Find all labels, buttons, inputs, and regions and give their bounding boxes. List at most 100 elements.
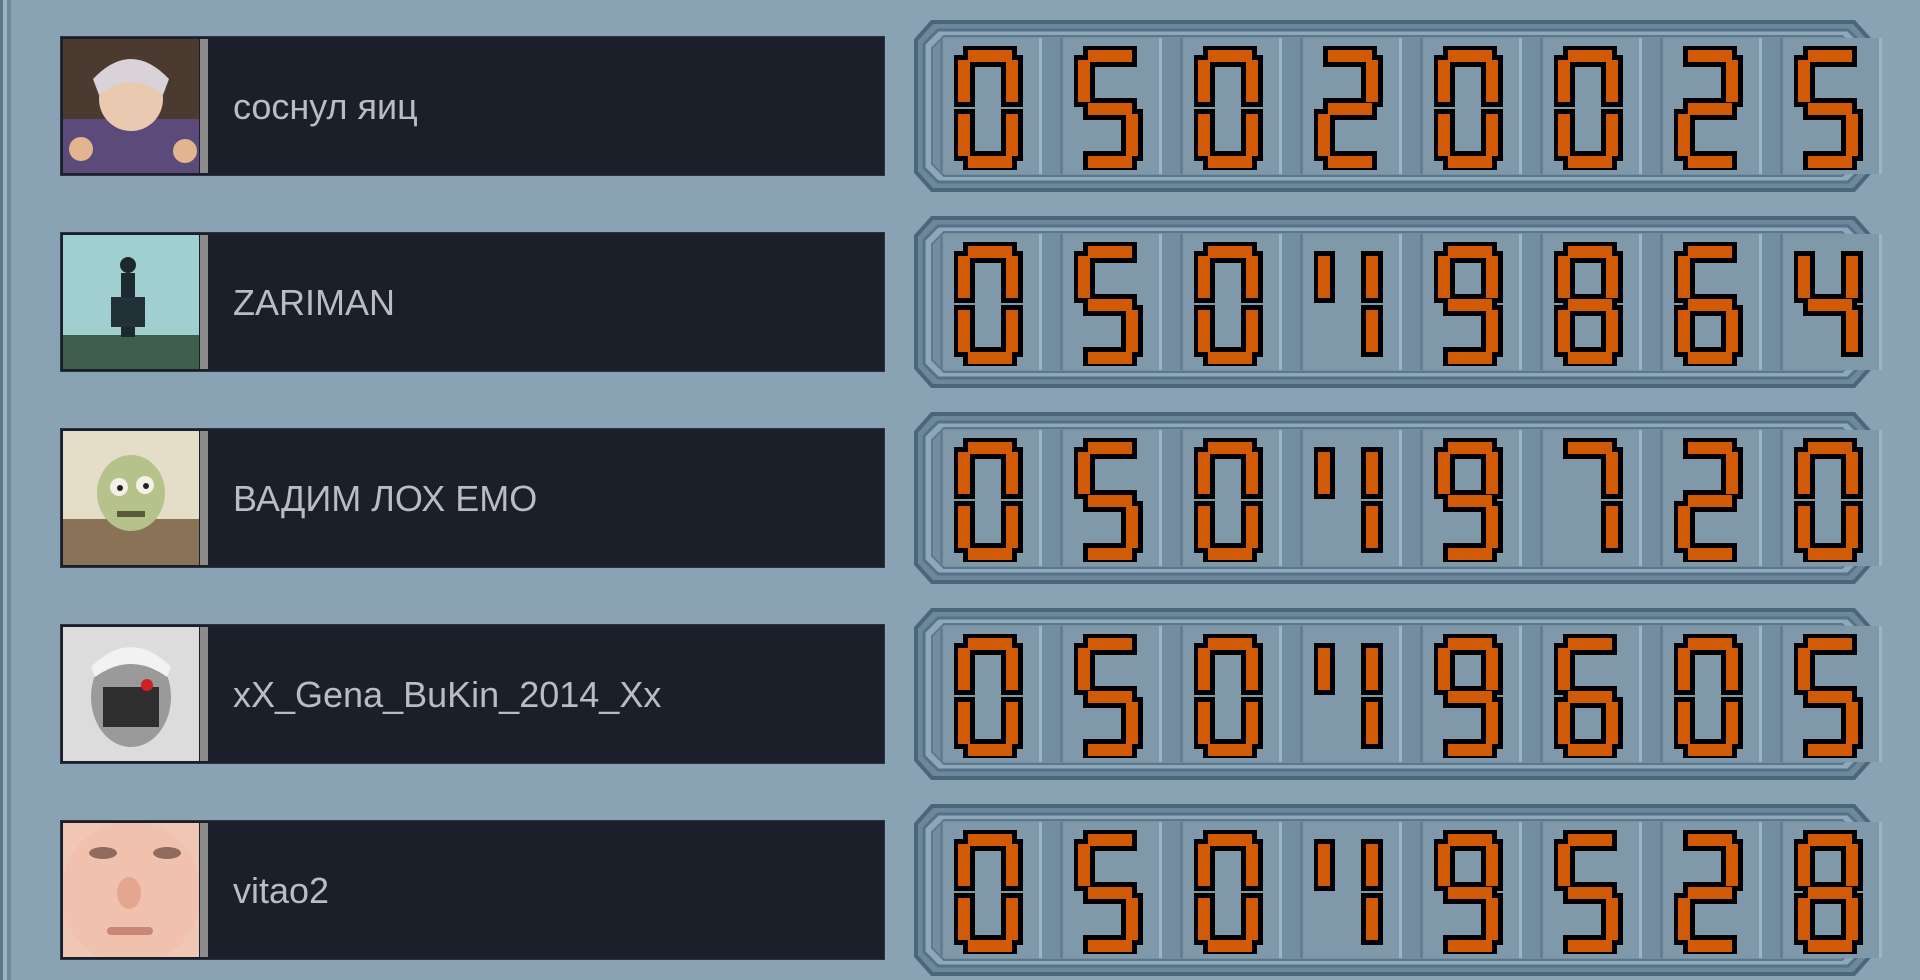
score-digit-value: 0 <box>940 626 941 627</box>
digit-glyph <box>1194 634 1263 758</box>
score-digit-value: 0 <box>940 430 941 431</box>
score-digit: 0 <box>1180 626 1282 762</box>
score-digit: 0 <box>1180 38 1282 174</box>
score-digit-value: 0 <box>940 822 941 823</box>
digit-glyph <box>1674 46 1743 170</box>
score-digit-value: 5 <box>1060 626 1061 627</box>
digit-glyph <box>954 46 1023 170</box>
score-digit: 8 <box>1540 234 1642 370</box>
score-digit: 2 <box>1300 38 1402 174</box>
player-name[interactable]: xX_Gena_BuKin_2014_Xx <box>233 625 661 765</box>
digit-glyph <box>1554 634 1623 758</box>
score-digit-value: 6 <box>1660 234 1661 235</box>
score-digit: 5 <box>1060 822 1162 958</box>
score-digit: 9 <box>1420 822 1522 958</box>
leaderboard-row: ВАДИМ ЛОХ ЕМО 0 5 0 1 9 7 2 0 <box>0 392 1920 584</box>
score-digit-value: 5 <box>1540 822 1541 823</box>
avatar[interactable] <box>63 235 199 369</box>
score-digit-value: 0 <box>1780 430 1781 431</box>
player-name[interactable]: соснул яиц <box>233 37 418 177</box>
score-digit-value: 0 <box>1660 626 1661 627</box>
score-digit: 2 <box>1660 430 1762 566</box>
score-digit: 6 <box>1660 234 1762 370</box>
avatar[interactable] <box>63 823 199 957</box>
digit-glyph <box>1434 830 1503 954</box>
digit-glyph <box>1674 634 1743 758</box>
score-counter: 0 5 0 1 9 8 6 4 <box>914 216 1882 388</box>
score-digit-value: 0 <box>1180 626 1181 627</box>
score-digit-value: 5 <box>1780 38 1781 39</box>
player-name[interactable]: vitao2 <box>233 821 329 961</box>
score-digit-value: 0 <box>1180 38 1181 39</box>
digit-glyph <box>1314 839 1383 945</box>
leaderboard-row: xX_Gena_BuKin_2014_Xx 0 5 0 1 9 6 0 5 <box>0 588 1920 780</box>
score-digit: 6 <box>1540 626 1642 762</box>
digit-glyph <box>1074 46 1143 170</box>
player-card[interactable]: vitao2 <box>60 820 885 960</box>
avatar-status-bar <box>200 823 208 957</box>
score-digit-value: 9 <box>1420 822 1421 823</box>
score-digit-value: 9 <box>1420 234 1421 235</box>
player-name[interactable]: ZARIMAN <box>233 233 395 373</box>
score-digit-value: 8 <box>1780 822 1781 823</box>
digit-glyph <box>1794 46 1863 170</box>
score-digit-value: 5 <box>1780 626 1781 627</box>
score-digit-value: 4 <box>1780 234 1781 235</box>
score-counter: 0 5 0 2 0 0 2 5 <box>914 20 1882 192</box>
score-digit: 5 <box>1780 38 1882 174</box>
anime-character-avatar <box>63 39 199 173</box>
player-card[interactable]: соснул яиц <box>60 36 885 176</box>
score-digit-value: 2 <box>1660 38 1661 39</box>
score-digit-value: 1 <box>1300 234 1301 235</box>
avatar[interactable] <box>63 431 199 565</box>
score-digit-value: 5 <box>1060 430 1061 431</box>
score-digit-value: 6 <box>1540 626 1541 627</box>
digit-glyph <box>1074 438 1143 562</box>
score-digit: 9 <box>1420 234 1522 370</box>
player-card[interactable]: xX_Gena_BuKin_2014_Xx <box>60 624 885 764</box>
leaderboard-row: соснул яиц 0 5 0 2 0 0 2 5 <box>0 0 1920 192</box>
score-digit: 9 <box>1420 626 1522 762</box>
score-counter: 0 5 0 1 9 7 2 0 <box>914 412 1882 584</box>
avatar-status-bar <box>200 39 208 173</box>
score-digit: 1 <box>1300 626 1402 762</box>
score-digit: 0 <box>940 38 1042 174</box>
digit-glyph <box>954 242 1023 366</box>
score-digit: 9 <box>1420 430 1522 566</box>
score-digit: 0 <box>940 822 1042 958</box>
digit-glyph <box>1194 242 1263 366</box>
score-digit: 7 <box>1540 430 1642 566</box>
score-digit: 0 <box>1540 38 1642 174</box>
avatar[interactable] <box>63 39 199 173</box>
digit-glyph <box>1554 830 1623 954</box>
digit-glyph <box>954 438 1023 562</box>
score-digit-value: 2 <box>1660 430 1661 431</box>
avatar[interactable] <box>63 627 199 761</box>
digit-glyph <box>954 830 1023 954</box>
score-digit-value: 2 <box>1300 38 1301 39</box>
score-digit: 0 <box>940 626 1042 762</box>
leaderboard: соснул яиц 0 5 0 2 0 0 2 5 ZARIMAN 0 5 0 1 9 8 6 4 ВАДИМ Л… <box>0 0 1920 980</box>
digit-glyph <box>1314 251 1383 357</box>
digit-glyph <box>1194 438 1263 562</box>
digit-glyph <box>1434 46 1503 170</box>
score-digit: 0 <box>1420 38 1522 174</box>
score-digit: 0 <box>940 430 1042 566</box>
score-digit-value: 0 <box>940 234 941 235</box>
player-card[interactable]: ВАДИМ ЛОХ ЕМО <box>60 428 885 568</box>
score-digit-value: 9 <box>1420 626 1421 627</box>
leaderboard-row: ZARIMAN 0 5 0 1 9 8 6 4 <box>0 196 1920 388</box>
masked-face-avatar <box>63 627 199 761</box>
score-digit-value: 9 <box>1420 430 1421 431</box>
player-name[interactable]: ВАДИМ ЛОХ ЕМО <box>233 429 537 569</box>
score-digit-value: 0 <box>1180 234 1181 235</box>
score-digit-value: 0 <box>1420 38 1421 39</box>
digit-glyph <box>1074 830 1143 954</box>
digit-glyph <box>1674 438 1743 562</box>
score-digit-value: 2 <box>1660 822 1661 823</box>
player-card[interactable]: ZARIMAN <box>60 232 885 372</box>
digit-glyph <box>1314 46 1383 170</box>
avatar-status-bar <box>200 431 208 565</box>
score-digit: 1 <box>1300 430 1402 566</box>
score-digit: 1 <box>1300 234 1402 370</box>
